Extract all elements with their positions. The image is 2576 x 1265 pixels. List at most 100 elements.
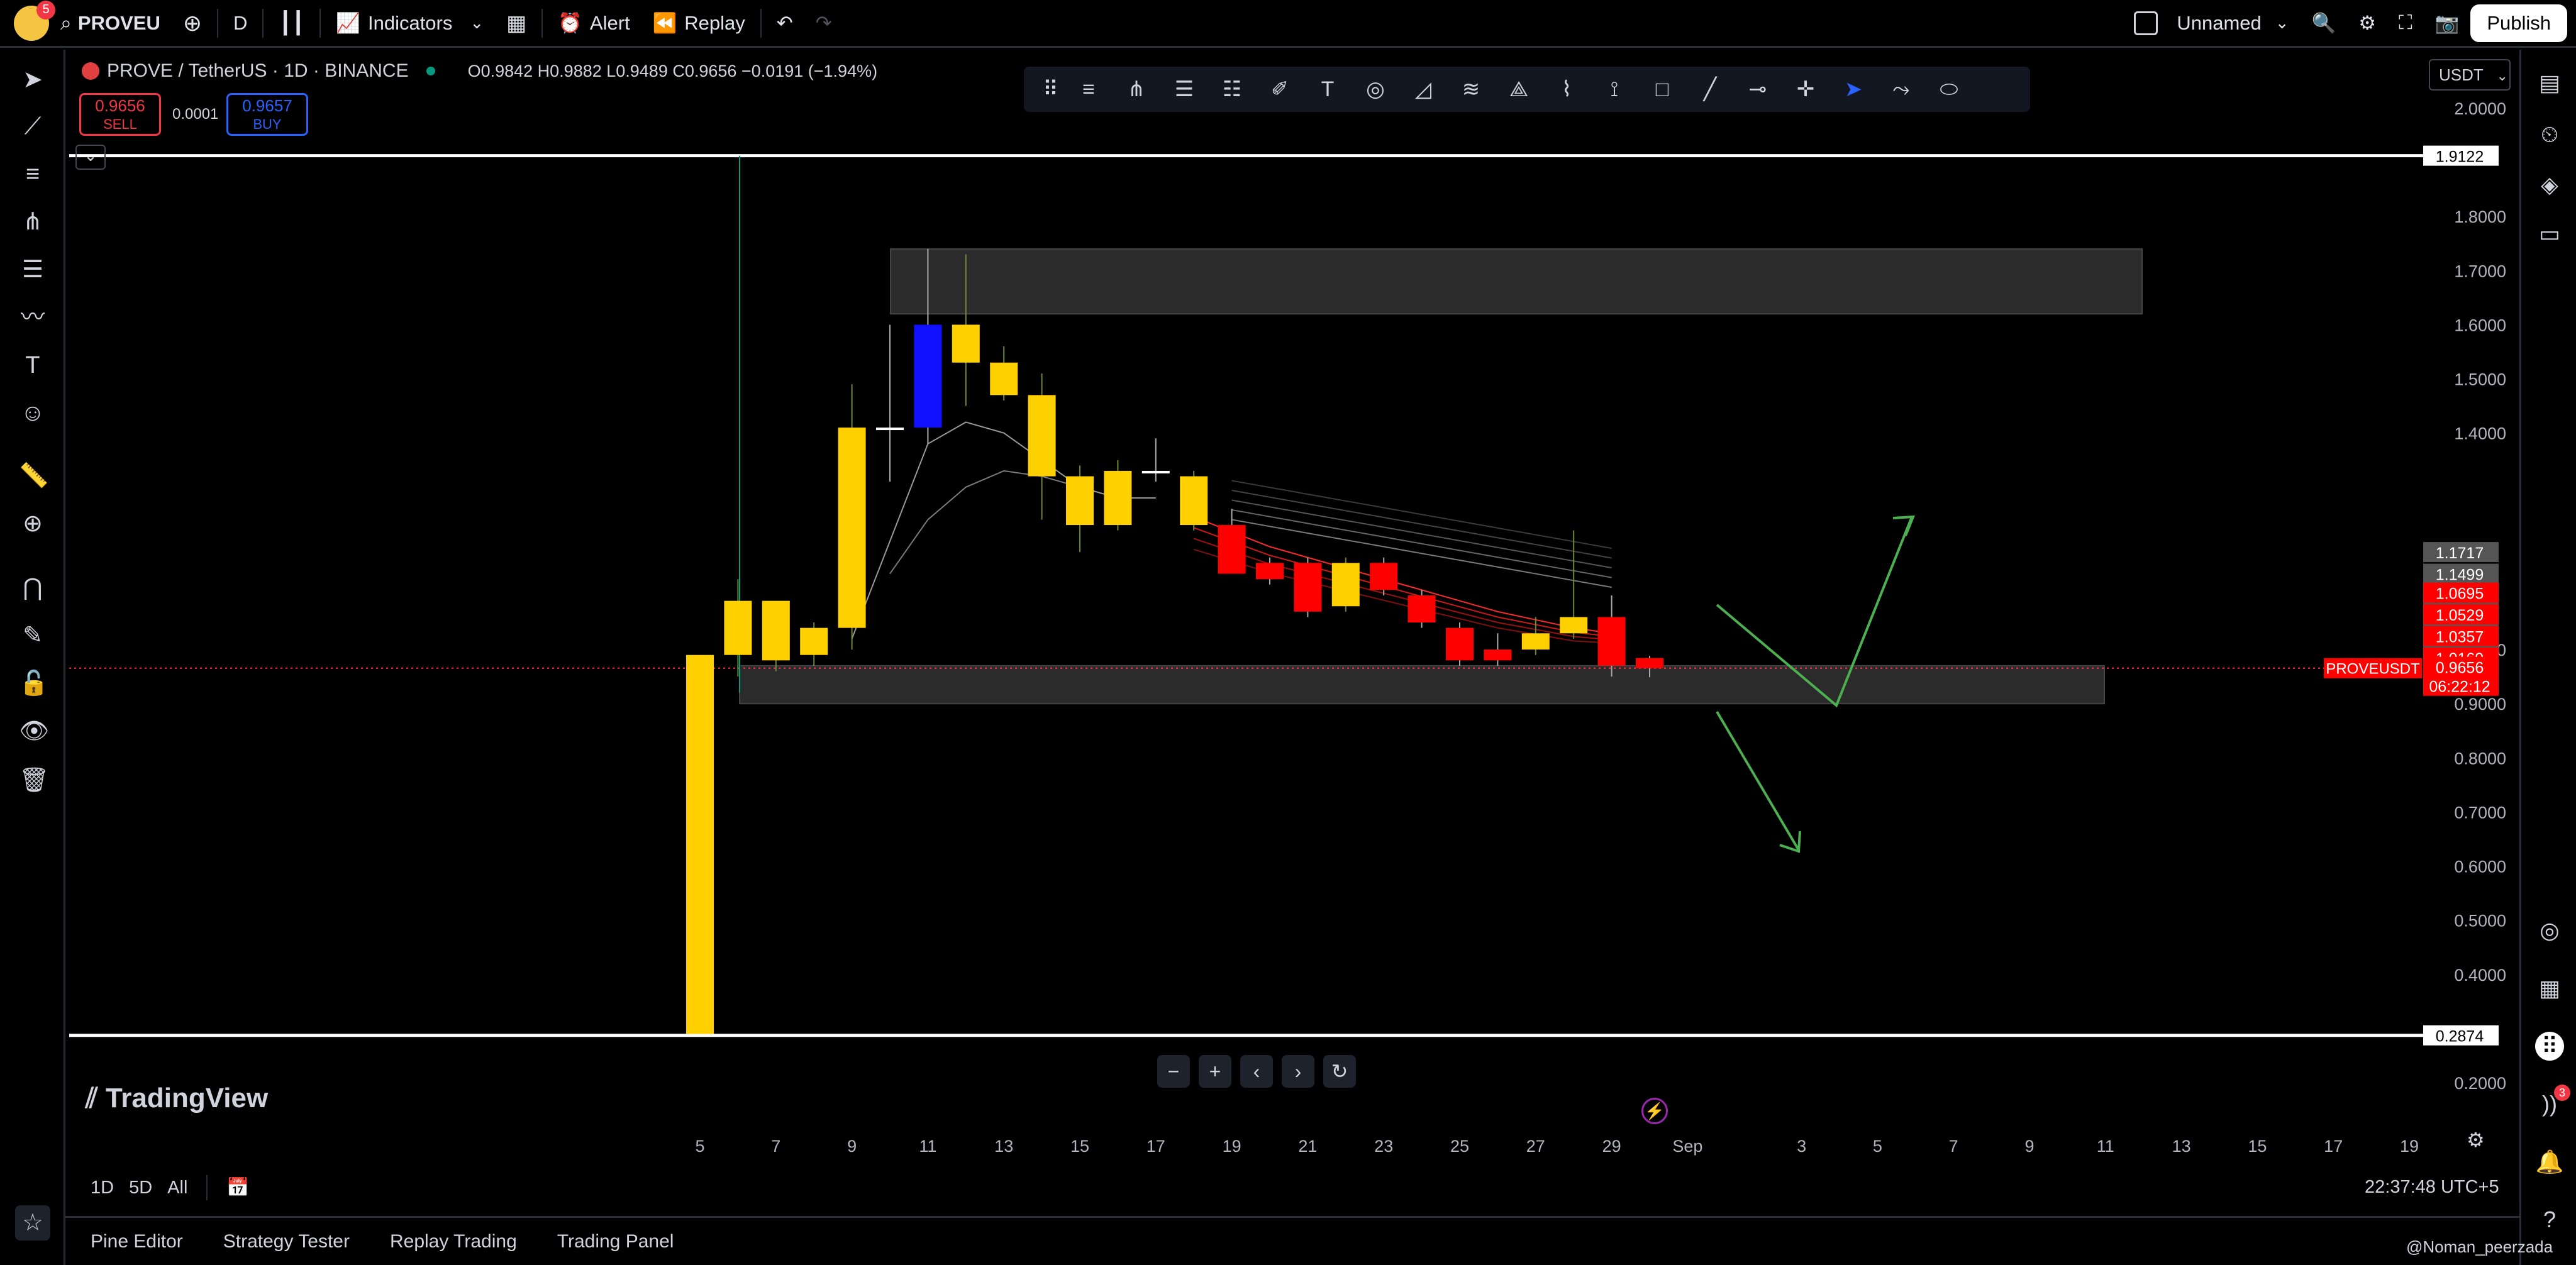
collapse-legend-button[interactable]: ⌄ [75, 145, 106, 170]
snapshot-button[interactable]: 📷 [2424, 0, 2471, 47]
undo-button[interactable]: ↶ [765, 0, 804, 47]
alerts-clock-icon[interactable]: ⏲ [2535, 120, 2564, 149]
calendar-icon[interactable]: ▦ [2535, 974, 2564, 1003]
emoji-icon[interactable]: ☺ [19, 399, 47, 427]
replay-button[interactable]: ⏪ Replay [641, 0, 757, 47]
arc-icon[interactable]: ◿ [1409, 75, 1438, 104]
horizontal-lines-icon[interactable]: ≡ [19, 160, 47, 188]
range-1d[interactable]: 1D [91, 1178, 114, 1198]
sell-button[interactable]: 0.9656 SELL [79, 93, 161, 136]
zigzag-icon[interactable]: ⌇ [1552, 75, 1581, 104]
symbol-title[interactable]: PROVE / TetherUS · 1D · BINANCE [107, 60, 409, 82]
settings-button[interactable]: ⚙ [2347, 0, 2387, 47]
target-icon[interactable]: ◎ [2535, 916, 2564, 945]
ellipse-icon[interactable]: ⬭ [1935, 75, 1963, 104]
rectangle-icon[interactable]: □ [1648, 75, 1677, 104]
currency-select[interactable]: USDT ⌄ [2429, 59, 2511, 91]
redo-button[interactable]: ↷ [804, 0, 843, 47]
circle-icon[interactable]: ◎ [1361, 75, 1390, 104]
favorites-star-icon[interactable]: ☆ [15, 1205, 50, 1240]
arrow-cursor-icon[interactable]: ➤ [1839, 75, 1868, 104]
candle-body [1066, 476, 1094, 526]
channel-icon[interactable]: ☰ [1170, 75, 1199, 104]
pitchfork-icon[interactable]: ⋔ [19, 208, 47, 236]
zoom-out-icon[interactable]: − [1157, 1055, 1190, 1088]
cursor-icon[interactable]: ➤ [19, 66, 47, 94]
tab-pine-editor[interactable]: Pine Editor [91, 1231, 183, 1252]
fib-channel-icon[interactable]: ☷ [1218, 75, 1246, 104]
lock-icon[interactable]: 🔓 [19, 670, 48, 697]
alert-button[interactable]: ⏰ Alert [547, 0, 641, 47]
notifications-bell-icon[interactable]: 🔔 [2535, 1147, 2564, 1176]
tab-strategy-tester[interactable]: Strategy Tester [223, 1231, 350, 1252]
fib-icon[interactable]: ☰ [19, 256, 47, 284]
buy-button[interactable]: 0.9657 BUY [226, 93, 308, 136]
floating-drawing-toolbar: ⠿ ≡ ⋔ ☰ ☷ ✐ T ◎ ◿ ≋ ⟁ ⌇ ⟟ □ ╱ ⊸ ✛ ➤ ⤳ ⬭ [1024, 67, 2030, 112]
scroll-right-icon[interactable]: › [1282, 1055, 1314, 1088]
brush-icon[interactable]: ✐ [1265, 75, 1294, 104]
pencil-lock-icon[interactable]: ✎ [19, 622, 47, 649]
range-all[interactable]: All [167, 1178, 187, 1198]
ray-icon[interactable]: ╱ [1696, 75, 1724, 104]
compare-button[interactable]: ⊕ [172, 0, 213, 47]
symbol-search[interactable]: ⌕ PROVEU [49, 0, 172, 47]
symbol-logo-icon [82, 62, 99, 80]
tab-trading-panel[interactable]: Trading Panel [557, 1231, 674, 1252]
fullscreen-button[interactable]: ⛶ [2387, 0, 2424, 47]
horizontal-ray-icon[interactable]: ⊸ [1743, 75, 1772, 104]
lines-icon[interactable]: ≡ [1074, 75, 1103, 104]
price-tick-label: 0.9000 [2454, 695, 2506, 714]
wave-icon[interactable]: ≋ [1457, 75, 1485, 104]
axis-settings-gear-icon[interactable]: ⚙ [2467, 1128, 2485, 1152]
chart-canvas[interactable]: 2.00001.80001.70001.60001.50001.40001.00… [69, 52, 2516, 1207]
time-tick-label: 7 [771, 1137, 780, 1156]
chart-type-button[interactable]: ┃┃ [267, 0, 316, 47]
help-icon[interactable]: ? [2535, 1205, 2564, 1234]
time-tick-label: 25 [1450, 1137, 1469, 1156]
layers-icon[interactable]: ◈ [2535, 170, 2564, 199]
patterns-icon[interactable]: 〰 [19, 304, 47, 331]
scroll-left-icon[interactable]: ‹ [1240, 1055, 1273, 1088]
drag-handle-icon[interactable]: ⠿ [1043, 75, 1058, 104]
rewind-icon: ⏪ [652, 12, 677, 34]
indicators-button[interactable]: 📈 Indicators ⌄ [325, 0, 495, 47]
interval-button[interactable]: D [222, 0, 258, 47]
trend-line-icon[interactable]: ⟋ [19, 113, 47, 140]
zoom-icon[interactable]: ⊕ [19, 510, 47, 538]
pitchfork-icon[interactable]: ⋔ [1122, 75, 1151, 104]
gear-icon: ⚙ [2358, 11, 2376, 34]
signal-icon[interactable]: )) 3 [2535, 1085, 2570, 1119]
apps-grid-icon[interactable]: ⠿ [2535, 1032, 2564, 1061]
eye-icon[interactable]: 👁 [19, 717, 49, 745]
text-icon[interactable]: T [19, 351, 47, 379]
divider [217, 8, 219, 38]
watchlist-icon[interactable]: ▤ [2535, 69, 2564, 97]
publish-button[interactable]: Publish [2470, 4, 2567, 42]
trash-icon[interactable]: 🗑 [19, 766, 49, 794]
zoom-in-icon[interactable]: + [1199, 1055, 1231, 1088]
quick-search-button[interactable]: 🔍 [2301, 0, 2348, 47]
range-5d[interactable]: 5D [129, 1178, 152, 1198]
lightning-icon[interactable]: ⚡ [1641, 1098, 1668, 1124]
go-to-date-icon[interactable]: 📅 [226, 1177, 249, 1198]
layout-button[interactable]: Unnamed ⌄ [2123, 0, 2300, 47]
undo-icon: ↶ [776, 11, 793, 34]
avatar[interactable]: 5 [14, 0, 55, 41]
gann-icon[interactable]: ⟁ [1504, 75, 1533, 104]
magnet-icon[interactable]: ⋂ [19, 574, 47, 602]
chart-area[interactable]: 2.00001.80001.70001.60001.50001.40001.00… [69, 52, 2516, 1207]
interval-label: D [233, 11, 248, 34]
candle-body [1218, 525, 1246, 574]
ruler-icon[interactable]: 📏 [19, 462, 48, 490]
signal-badge: 3 [2554, 1085, 2570, 1101]
chat-icon[interactable]: ▭ [2535, 219, 2564, 248]
reset-chart-icon[interactable]: ↻ [1323, 1055, 1356, 1088]
text-icon[interactable]: T [1313, 75, 1342, 104]
tab-replay-trading[interactable]: Replay Trading [390, 1231, 517, 1252]
chevron-down-icon[interactable]: ⌄ [470, 13, 484, 33]
path-icon[interactable]: ⟟ [1600, 75, 1629, 104]
curve-icon[interactable]: ⤳ [1887, 75, 1916, 104]
clock[interactable]: 22:37:48 UTC+5 [2365, 1177, 2499, 1198]
templates-button[interactable]: ▦ [495, 0, 538, 47]
crosshair-icon[interactable]: ✛ [1791, 75, 1820, 104]
